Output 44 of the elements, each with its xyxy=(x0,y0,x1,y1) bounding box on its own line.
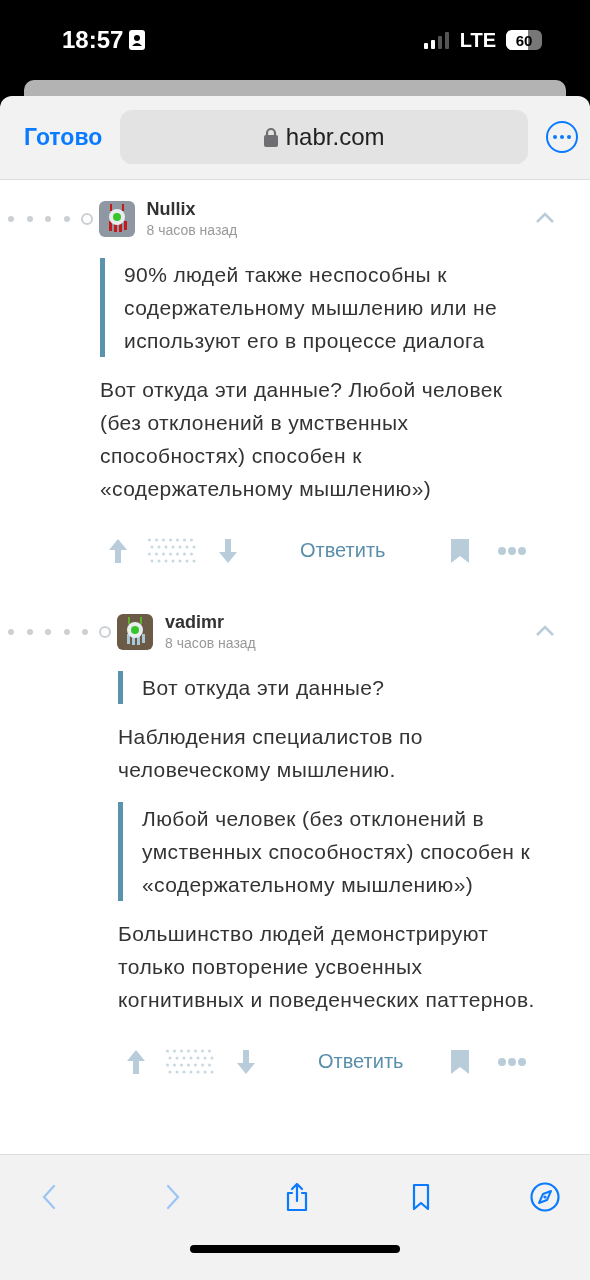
battery-icon: 60 xyxy=(506,30,542,50)
reply-link[interactable]: Ответить xyxy=(318,1050,404,1074)
quote-block: Любой человек (без отклонений в умственных способностях) способен к «содержательному мышлению») xyxy=(118,801,546,901)
thread-dot xyxy=(26,215,33,222)
reply-link[interactable]: Ответить xyxy=(300,539,386,563)
more-button[interactable] xyxy=(546,121,578,154)
more-icon[interactable] xyxy=(498,1057,526,1066)
thread-dot xyxy=(8,215,14,222)
comment-text: Вот откуда эти данные? Любой человек (без отклонений в умственных способностях) способен к «содержательному мышлению») xyxy=(100,376,504,502)
quote-block: 90% людей также неспособны к содержательному мышлению или не используют его в процессе диалога xyxy=(100,257,546,357)
thread-dot xyxy=(63,628,70,635)
quote-block: Вот откуда эти данные? xyxy=(118,670,546,704)
thread-dot xyxy=(8,628,14,635)
thread-dot xyxy=(45,215,51,222)
hidden-score-icon xyxy=(148,537,198,564)
more-icon[interactable] xyxy=(498,546,526,555)
id-card-icon xyxy=(129,30,146,50)
comment-time: 8 часов назад xyxy=(146,222,238,239)
collapse-chevron-icon[interactable] xyxy=(536,211,554,224)
collapse-chevron-icon[interactable] xyxy=(536,624,554,637)
signal-icon xyxy=(423,31,450,49)
address-bar[interactable]: habr.com xyxy=(120,110,528,165)
author-name[interactable]: Nullix xyxy=(146,199,238,221)
author-name[interactable]: vadimr xyxy=(165,612,256,634)
thread-dot xyxy=(63,215,70,222)
comment-time: 8 часов назад xyxy=(165,635,256,652)
compass-icon[interactable] xyxy=(530,1182,560,1213)
downvote-arrow-icon[interactable] xyxy=(218,537,238,564)
bookmark-icon[interactable] xyxy=(450,537,470,564)
clock-time: 18:57 xyxy=(62,26,124,54)
comment-text: Большинство людей демонстрируют только повторение усвоенных когнитивных и поведенческих паттернов. xyxy=(118,920,536,1013)
upvote-arrow-icon[interactable] xyxy=(108,537,128,564)
thread-ring xyxy=(99,625,111,638)
bookmark-icon[interactable] xyxy=(450,1048,470,1075)
thread-dot xyxy=(45,628,51,635)
hidden-score-icon xyxy=(166,1048,216,1075)
thread-ring xyxy=(80,212,93,225)
done-button[interactable]: Готово xyxy=(24,123,103,151)
thread-dot xyxy=(82,628,88,635)
network-type: LTE xyxy=(459,28,496,52)
downvote-arrow-icon[interactable] xyxy=(236,1048,256,1075)
comment-text: Наблюдения специалистов по человеческому мышлению. xyxy=(118,723,424,783)
upvote-arrow-icon[interactable] xyxy=(126,1048,146,1075)
thread-dot xyxy=(26,628,33,635)
